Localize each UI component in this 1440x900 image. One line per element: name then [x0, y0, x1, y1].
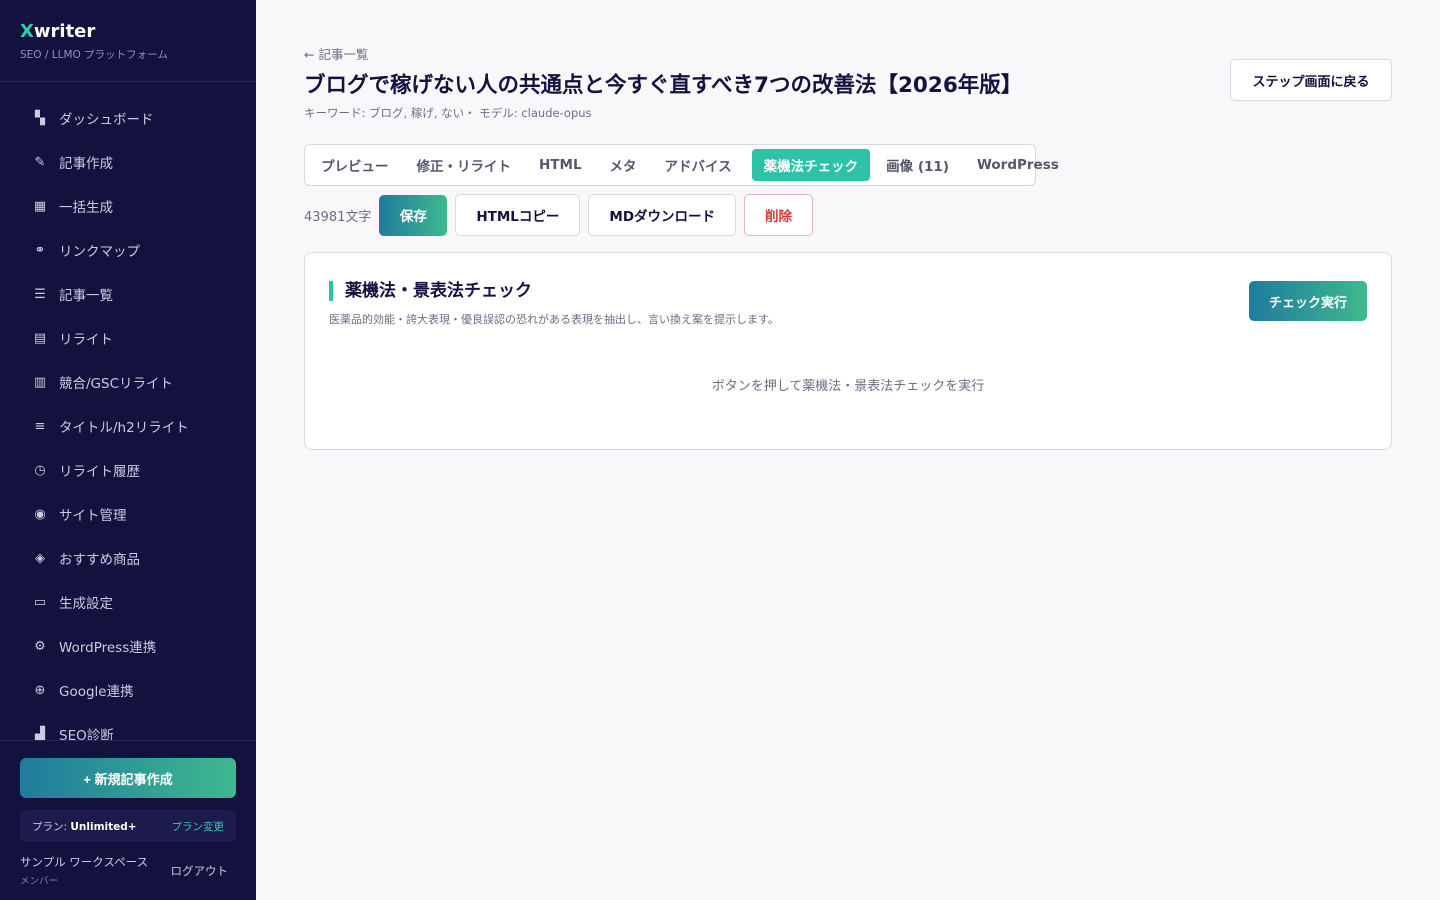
- sidebar-item[interactable]: ☰ 記事一覧: [0, 272, 256, 316]
- sidebar-item[interactable]: ▭ 生成設定: [0, 580, 256, 624]
- sidebar-item[interactable]: ◈ おすすめ商品: [0, 536, 256, 580]
- html-copy-button[interactable]: HTMLコピー: [455, 194, 581, 236]
- back-to-article-list-link[interactable]: ← 記事一覧: [304, 44, 368, 63]
- tab[interactable]: 薬機法チェック: [751, 149, 871, 181]
- workspace-info: サンプル ワークスペース メンバー ログアウト: [20, 854, 236, 887]
- sidebar-item-label: 一括生成: [59, 200, 113, 216]
- new-article-button[interactable]: + 新規記事作成: [20, 758, 236, 798]
- plus-circle-icon: ⊕: [34, 682, 46, 698]
- sidebar-item[interactable]: ▤ リライト: [0, 316, 256, 360]
- chart-icon: ▟: [35, 726, 45, 741]
- list-icon: ☰: [34, 286, 46, 302]
- sidebar: Xwriter SEO / LLMO プラットフォーム ▚ ダッシュボード ✎ 記事作…: [0, 0, 256, 900]
- sidebar-item-label: 記事作成: [59, 156, 113, 172]
- settings-box-icon: ▭: [33, 594, 47, 610]
- article-meta: キーワード: ブログ, 稼げ, ない・ モデル: claude-opus: [304, 106, 592, 120]
- plan-box: プラン: Unlimited+ プラン変更: [20, 810, 236, 842]
- sidebar-item[interactable]: ⚭ リンクマップ: [0, 228, 256, 272]
- sidebar-item-label: Google連携: [59, 684, 134, 700]
- brand-logo[interactable]: Xwriter: [20, 20, 236, 44]
- sidebar-item[interactable]: ◷ リライト履歴: [0, 448, 256, 492]
- grid-add-icon: ▦: [33, 198, 47, 214]
- compliance-check-panel: 薬機法・景表法チェック 医薬品的効能・誇大表現・優良誤認の恐れがある表現を抽出し…: [304, 252, 1392, 450]
- tab[interactable]: アドバイス: [657, 149, 740, 181]
- sidebar-item[interactable]: ⚙ WordPress連携: [0, 624, 256, 668]
- panel-title: 薬機法・景表法チェック: [329, 281, 532, 301]
- tab[interactable]: 修正・リライト: [409, 149, 520, 181]
- empty-state-message: ボタンを押して薬機法・景表法チェックを実行: [711, 379, 985, 394]
- link-map-icon: ⚭: [34, 242, 46, 258]
- tab[interactable]: メタ: [602, 149, 645, 181]
- sidebar-item-label: SEO診断: [59, 728, 114, 740]
- sidebar-item-label: ダッシュボード: [59, 112, 154, 128]
- sidebar-item-label: リンクマップ: [59, 244, 140, 260]
- sidebar-item[interactable]: ✎ 記事作成: [0, 140, 256, 184]
- sidebar-item[interactable]: ◉ サイト管理: [0, 492, 256, 536]
- site-icon: ◉: [34, 506, 46, 522]
- document-icon: ▤: [33, 330, 47, 346]
- book-icon: ▥: [33, 374, 47, 390]
- dashboard-icon: ▚: [35, 110, 45, 126]
- tag-icon: ◈: [35, 550, 45, 566]
- step-back-button[interactable]: ステップ画面に戻る: [1230, 59, 1392, 101]
- sidebar-item[interactable]: ≡ タイトル/h2リライト: [0, 404, 256, 448]
- tab[interactable]: プレビュー: [313, 149, 397, 181]
- heading-icon: ≡: [34, 418, 46, 434]
- tab[interactable]: 画像 (11): [878, 149, 957, 181]
- plan-label: プラン: Unlimited+: [32, 820, 137, 833]
- sidebar-item-label: おすすめ商品: [59, 552, 140, 568]
- tab-bar: プレビュー 修正・リライト HTML メタ アドバイス 薬機法チェック 画像 (11) Wor…: [304, 144, 1059, 186]
- brand: Xwriter SEO / LLMO プラットフォーム: [0, 0, 256, 82]
- sidebar-item-label: リライト履歴: [59, 464, 140, 480]
- sidebar-item-label: 生成設定: [59, 596, 113, 612]
- sidebar-item-label: リライト: [59, 332, 113, 348]
- delete-button[interactable]: 削除: [744, 194, 814, 236]
- sidebar-item[interactable]: ▦ 一括生成: [0, 184, 256, 228]
- sidebar-nav: ▚ ダッシュボード ✎ 記事作成 ▦ 一括生成 ⚭ リンクマップ ☰ 記事一覧 ▤ リライト ▥ 競合/G…: [0, 96, 256, 741]
- gear-icon: ⚙: [34, 638, 46, 654]
- panel-description: 医薬品的効能・誇大表現・優良誤認の恐れがある表現を抽出し、言い換え案を提示します…: [329, 313, 779, 326]
- md-download-button[interactable]: MDダウンロード: [588, 194, 737, 236]
- clock-icon: ◷: [34, 462, 46, 478]
- sidebar-item-label: 記事一覧: [59, 288, 113, 304]
- sidebar-item[interactable]: ⊕ Google連携: [0, 668, 256, 712]
- sidebar-item[interactable]: ▚ ダッシュボード: [0, 96, 256, 140]
- brand-subtitle: SEO / LLMO プラットフォーム: [20, 49, 168, 61]
- sidebar-item-label: WordPress連携: [59, 640, 157, 656]
- plan-change-link[interactable]: プラン変更: [172, 819, 225, 834]
- page-title: ブログで稼げない人の共通点と今すぐ直すべき7つの改善法【2026年版】: [304, 73, 1023, 98]
- tab[interactable]: WordPress: [969, 149, 1067, 181]
- save-button[interactable]: 保存: [379, 194, 448, 236]
- sidebar-item-label: 競合/GSCリライト: [59, 376, 174, 392]
- sidebar-item-label: タイトル/h2リライト: [59, 420, 189, 436]
- main-content: ← 記事一覧 ブログで稼げない人の共通点と今すぐ直すべき7つの改善法【2026年…: [256, 0, 1440, 900]
- plan-name: Unlimited+: [70, 820, 137, 833]
- toolbar: 43981文字 保存 HTMLコピー MDダウンロード 削除: [304, 194, 821, 236]
- run-check-button[interactable]: チェック実行: [1249, 281, 1367, 321]
- sidebar-footer: + 新規記事作成 プラン: Unlimited+ プラン変更 サンプル ワークス…: [0, 740, 256, 900]
- sidebar-item[interactable]: ▥ 競合/GSCリライト: [0, 360, 256, 404]
- sidebar-item[interactable]: ▟ SEO診断: [0, 712, 256, 741]
- logout-button[interactable]: ログアウト: [171, 863, 229, 879]
- pencil-icon: ✎: [34, 154, 46, 170]
- tab[interactable]: HTML: [531, 149, 590, 181]
- char-count: 43981文字: [304, 209, 372, 225]
- sidebar-item-label: サイト管理: [59, 508, 127, 524]
